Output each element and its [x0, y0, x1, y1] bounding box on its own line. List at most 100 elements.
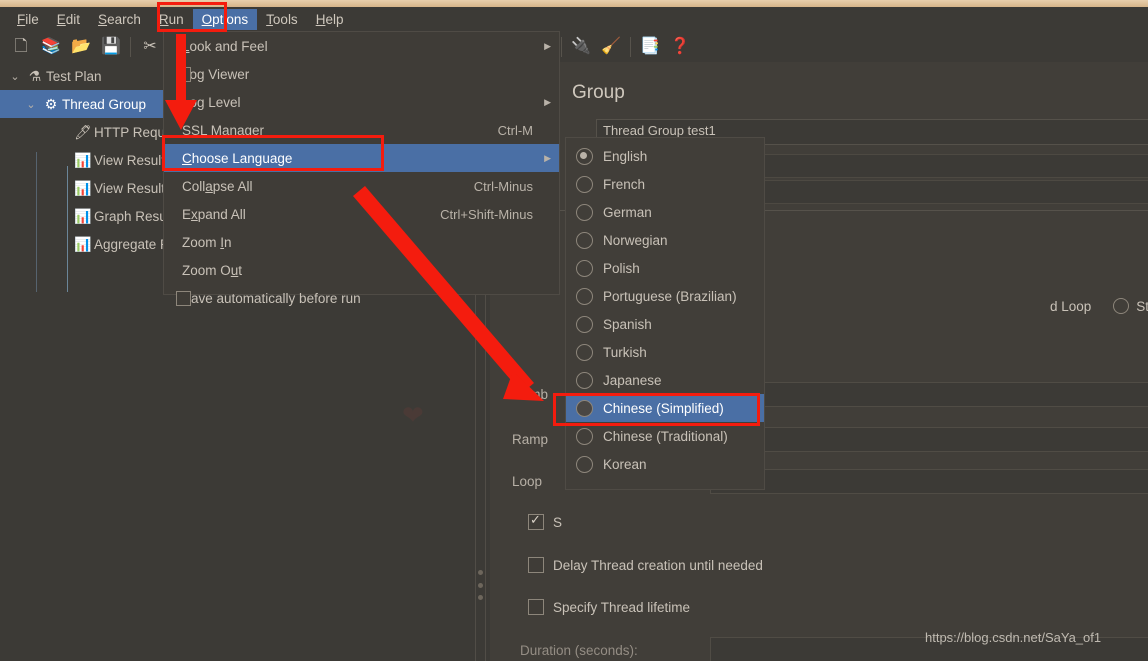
- radio-button[interactable]: [576, 231, 593, 249]
- language-option-french[interactable]: French: [566, 170, 764, 198]
- radio-button[interactable]: [576, 427, 593, 445]
- language-option-label: Korean: [603, 456, 647, 472]
- test-plan-icon: ⚗: [28, 67, 42, 84]
- language-option-german[interactable]: German: [566, 198, 764, 226]
- help-button[interactable]: ❓: [665, 34, 695, 60]
- menu-item-label: Zoom In: [182, 234, 232, 250]
- menu-item-collapse-all[interactable]: Collapse All Ctrl-Minus: [164, 172, 559, 200]
- listener-icon: 📊: [74, 151, 92, 168]
- menu-item-save-automatically-before-run[interactable]: Save automatically before run: [164, 284, 559, 312]
- options-menu-dropdown[interactable]: Look and Feel ▶ Log Viewer Log Level ▶ SSL Ma…: [163, 31, 560, 306]
- language-option-label: Portuguese (Brazilian): [603, 288, 737, 304]
- radio-label: Stop Thread: [1136, 298, 1148, 314]
- templates-icon: 📚: [41, 37, 61, 55]
- language-option-label: French: [603, 176, 646, 192]
- listener-icon: 📊: [74, 179, 92, 196]
- radio-button[interactable]: [576, 287, 593, 305]
- chevron-right-icon: ▶: [544, 40, 551, 51]
- menu-item-log-viewer[interactable]: Log Viewer: [164, 60, 559, 88]
- delay-thread-creation-checkbox[interactable]: [528, 557, 544, 573]
- sample-error-radio-1[interactable]: Stop Thread: [1113, 298, 1148, 314]
- menu-options[interactable]: Options: [192, 8, 258, 30]
- language-option-chinese-traditional-[interactable]: Chinese (Traditional): [566, 422, 764, 450]
- language-option-english[interactable]: English: [566, 142, 764, 170]
- language-option-japanese[interactable]: Japanese: [566, 366, 764, 394]
- splitter-grip[interactable]: [478, 570, 483, 600]
- language-option-polish[interactable]: Polish: [566, 254, 764, 282]
- jmeter-window: File Edit Search Run Options Tools Help 🗋 📚 📂 💾 ✂ 🔌…: [0, 0, 1148, 661]
- cut-button[interactable]: ✂: [135, 34, 165, 60]
- radio-button[interactable]: [576, 203, 593, 221]
- radio-button[interactable]: [576, 455, 593, 473]
- menu-item-zoom-out[interactable]: Zoom Out: [164, 256, 559, 284]
- ramp-up-input[interactable]: [710, 427, 1148, 452]
- radio-button[interactable]: [576, 259, 593, 277]
- menu-item-choose-language[interactable]: Choose Language ▶: [164, 144, 559, 172]
- menu-item-label: SSL Manager: [182, 122, 265, 138]
- chevron-down-icon[interactable]: ⌄: [6, 70, 24, 83]
- language-option-label: Spanish: [603, 316, 652, 332]
- menu-run[interactable]: Run: [150, 9, 193, 30]
- clear-icon: 🧹: [601, 37, 621, 55]
- menu-help[interactable]: Help: [307, 9, 353, 30]
- language-option-label: Turkish: [603, 344, 647, 360]
- menu-item-label: Log Level: [182, 94, 241, 110]
- specify-thread-lifetime-checkbox[interactable]: [528, 599, 544, 615]
- infinite-checkbox[interactable]: [528, 512, 544, 530]
- menu-checkbox[interactable]: [176, 290, 191, 306]
- thread-group-icon: ⚙: [44, 95, 58, 112]
- tree-guide-line-child: [67, 166, 68, 292]
- menu-item-zoom-in[interactable]: Zoom In: [164, 228, 559, 256]
- menu-item-ssl-manager[interactable]: SSL Manager Ctrl-M: [164, 116, 559, 144]
- menu-item-log-level[interactable]: Log Level ▶: [164, 88, 559, 116]
- delay-thread-creation-row[interactable]: Delay Thread creation until needed: [528, 557, 763, 573]
- language-option-korean[interactable]: Korean: [566, 450, 764, 478]
- radio-button[interactable]: [576, 175, 593, 193]
- chevron-down-icon[interactable]: ⌄: [22, 98, 40, 111]
- menu-edit[interactable]: Edit: [48, 9, 89, 30]
- language-option-spanish[interactable]: Spanish: [566, 310, 764, 338]
- infinite-label: S: [553, 514, 563, 530]
- specify-thread-lifetime-row[interactable]: Specify Thread lifetime: [528, 599, 690, 615]
- menu-item-expand-all[interactable]: Expand All Ctrl+Shift-Minus: [164, 200, 559, 228]
- tree-guide-line: [36, 152, 37, 292]
- menu-item-look-and-feel[interactable]: Look and Feel ▶: [164, 32, 559, 60]
- save-button[interactable]: 💾: [96, 34, 126, 60]
- radio-button[interactable]: [576, 399, 593, 417]
- panel-title: Group: [572, 82, 625, 103]
- open-button[interactable]: 📂: [66, 34, 96, 60]
- log-button[interactable]: 📑: [635, 34, 665, 60]
- menu-search[interactable]: Search: [89, 9, 150, 30]
- radio-label: d Loop: [1050, 298, 1092, 314]
- clear-button[interactable]: 🧹: [596, 34, 626, 60]
- shutdown-button[interactable]: 🔌: [566, 34, 596, 60]
- radio-button[interactable]: [576, 371, 593, 389]
- menu-item-label: Choose Language: [182, 150, 293, 166]
- language-option-portuguese-brazilian-[interactable]: Portuguese (Brazilian): [566, 282, 764, 310]
- infinite-checkbox-row[interactable]: S: [528, 512, 563, 530]
- menu-tools[interactable]: Tools: [257, 9, 307, 30]
- loop-count-input[interactable]: [710, 469, 1148, 494]
- menu-accelerator: Ctrl-M: [497, 122, 533, 138]
- menu-bar: File Edit Search Run Options Tools Help: [0, 7, 1148, 31]
- templates-button[interactable]: 📚: [36, 34, 66, 60]
- menu-item-label: Zoom Out: [182, 262, 243, 278]
- radio-button[interactable]: [576, 343, 593, 361]
- menu-file[interactable]: File: [8, 9, 48, 30]
- radio-button[interactable]: [576, 147, 593, 165]
- language-option-turkish[interactable]: Turkish: [566, 338, 764, 366]
- blog-watermark: https://blog.csdn.net/SaYa_of1: [925, 630, 1102, 645]
- toolbar-separator: [561, 36, 562, 57]
- chevron-right-icon: ▶: [544, 96, 551, 107]
- choose-language-submenu[interactable]: English French German Norwegian Polish Portug…: [565, 137, 765, 490]
- new-button[interactable]: 🗋: [6, 34, 36, 60]
- language-option-norwegian[interactable]: Norwegian: [566, 226, 764, 254]
- radio-button[interactable]: [1113, 298, 1130, 314]
- specify-thread-lifetime-label: Specify Thread lifetime: [553, 599, 691, 615]
- sample-error-radio-0[interactable]: d Loop: [1050, 299, 1091, 314]
- radio-button[interactable]: [576, 315, 593, 333]
- num-threads-input[interactable]: [710, 382, 1148, 407]
- on-sample-error-radios: d LoopStop ThreadStop TestStop Te: [1050, 298, 1148, 314]
- language-option-chinese-simplified-[interactable]: Chinese (Simplified): [566, 394, 764, 422]
- menu-checkbox[interactable]: [176, 66, 191, 82]
